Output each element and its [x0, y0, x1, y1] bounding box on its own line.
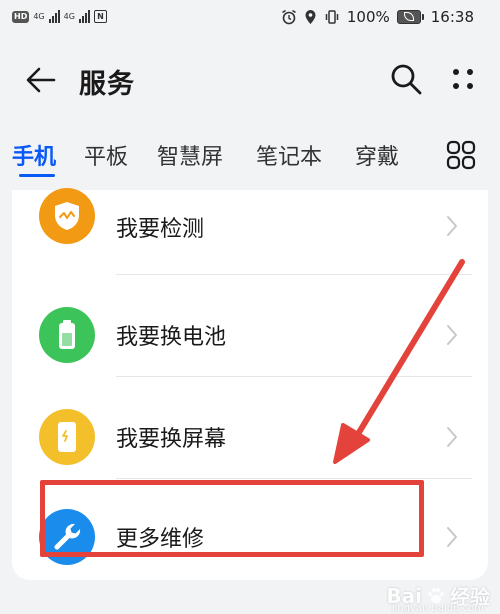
signal-icon-2: [78, 10, 90, 23]
battery-saver-icon: [396, 10, 424, 24]
all-categories-icon[interactable]: [446, 140, 476, 170]
phone-screen-icon: [58, 422, 76, 452]
active-tab-indicator: [19, 174, 55, 177]
list-item-inspection[interactable]: 我要检测: [12, 188, 488, 290]
page-title: 服务: [79, 69, 135, 100]
hd-badge: HD: [12, 10, 30, 23]
shield-check-icon: [55, 202, 79, 230]
status-left: HD 4G 4G N: [12, 10, 107, 23]
app-header: 服务: [0, 52, 500, 108]
divider: [116, 274, 472, 275]
icon-bg: [39, 409, 95, 465]
network-label-1: 4G: [33, 12, 45, 21]
battery-icon: [59, 320, 75, 349]
network-label-2: 4G: [63, 12, 75, 21]
divider: [116, 478, 472, 479]
nfc-icon: N: [93, 10, 107, 23]
chevron-right-icon: [447, 325, 457, 345]
battery-percent: 100%: [346, 8, 390, 26]
chevron-right-icon: [447, 216, 457, 236]
divider: [116, 376, 472, 377]
tab-wearable[interactable]: 穿戴: [355, 139, 399, 171]
vibrate-icon: [325, 10, 339, 24]
tab-tablet[interactable]: 平板: [84, 139, 128, 171]
chevron-right-icon: [447, 427, 457, 447]
location-icon: [305, 10, 316, 24]
icon-bg: [39, 307, 95, 363]
icon-bg: [39, 188, 95, 244]
watermark-url: jingyan.baidu.com: [391, 603, 484, 614]
item-label: 我要换电池: [116, 325, 227, 350]
signal-icon: [48, 10, 60, 23]
chevron-right-icon: [447, 527, 457, 547]
item-label: 我要换屏幕: [116, 427, 227, 452]
search-icon[interactable]: [389, 62, 423, 96]
tab-smart-screen[interactable]: 智慧屏: [157, 139, 223, 171]
status-bar: HD 4G 4G N 100% 16:38: [0, 0, 500, 36]
list-item-screen-replacement[interactable]: 我要换屏幕: [12, 392, 488, 492]
device-tabs: 手机 平板 智慧屏 笔记本 穿戴: [0, 136, 500, 186]
tab-laptop[interactable]: 笔记本: [256, 139, 322, 171]
tab-phone[interactable]: 手机: [12, 139, 56, 171]
alarm-icon: [281, 9, 296, 25]
back-arrow-icon[interactable]: [24, 63, 58, 97]
item-label: 我要检测: [116, 217, 205, 242]
more-options-icon[interactable]: [446, 62, 480, 96]
clock: 16:38: [430, 8, 474, 26]
list-item-battery-replacement[interactable]: 我要换电池: [12, 290, 488, 390]
baidu-jingyan-watermark: Bai 经验 jingyan.baidu.com: [386, 581, 490, 614]
status-right: 100% 16:38: [281, 8, 474, 26]
annotation-highlight-box: [40, 480, 424, 557]
